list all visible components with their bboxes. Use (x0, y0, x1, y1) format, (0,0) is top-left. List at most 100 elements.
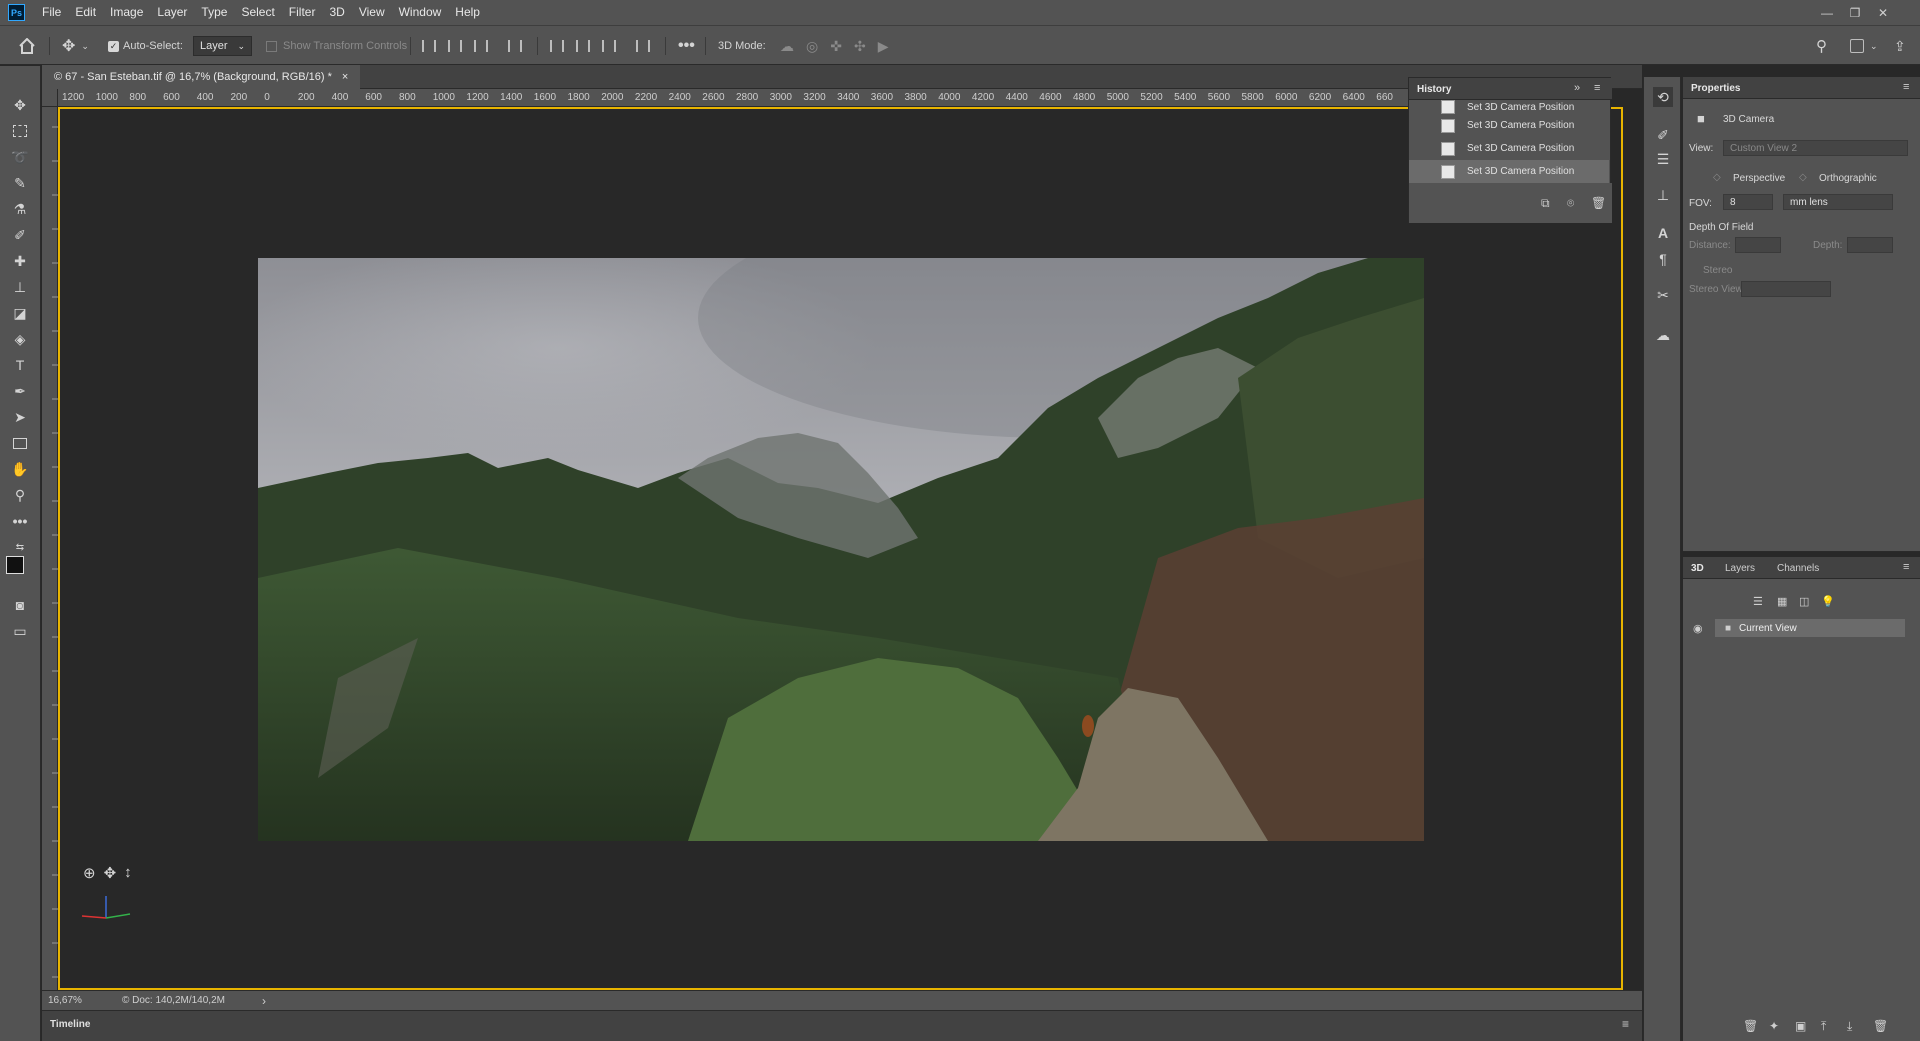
horizontal-ruler[interactable]: 1200 1000 800 600 400 200 0 200 400 600 800 1000 120… (58, 89, 1408, 107)
orbit-icon[interactable]: ☁ (780, 38, 794, 55)
brush-icon[interactable]: ✐ (9, 224, 31, 246)
stamp-icon[interactable]: ⊥ (9, 276, 31, 298)
document-image[interactable] (258, 258, 1424, 841)
filter-scene-icon[interactable]: ☰ (1753, 595, 1763, 608)
perspective-label[interactable]: Perspective (1733, 173, 1785, 184)
status-arrow-icon[interactable]: › (262, 994, 266, 1008)
history-tab[interactable]: History (1417, 84, 1451, 95)
close-icon[interactable]: ✕ (1870, 0, 1896, 25)
auto-select-checkbox[interactable]: ✓ Auto-Select: (108, 26, 183, 66)
pan-icon[interactable]: ✜ (830, 38, 842, 55)
stereo-label[interactable]: Stereo (1703, 265, 1732, 276)
pen-icon[interactable]: ✒ (9, 380, 31, 402)
adjustments-icon[interactable]: ☰ (1653, 149, 1673, 169)
share-icon[interactable]: ⇪ (1894, 26, 1906, 66)
dolly-3d-icon[interactable]: ↕ (124, 864, 132, 886)
history-row[interactable]: Set 3D Camera Position (1409, 100, 1629, 114)
align-right-icon[interactable] (474, 26, 488, 66)
tab-3d[interactable]: 3D (1691, 563, 1704, 574)
snapshot-icon[interactable]: ⌾ (1567, 196, 1574, 211)
marquee-icon[interactable] (9, 120, 31, 142)
rectangle-icon[interactable] (9, 432, 31, 454)
brush-settings-icon[interactable]: ✐ (1653, 125, 1673, 145)
hand-icon[interactable]: ✋ (9, 458, 31, 480)
trash-3d-icon[interactable]: 🗑 (1873, 1019, 1888, 1033)
filter-light-icon[interactable]: 💡 (1821, 595, 1835, 608)
history-row-selected[interactable]: Set 3D Camera Position (1409, 160, 1609, 183)
quick-mask-icon[interactable]: ◙ (9, 594, 31, 616)
foreground-color-swatch[interactable] (6, 556, 24, 574)
collapse-icon[interactable]: » (1574, 82, 1580, 94)
lasso-icon[interactable]: ➰ (9, 146, 31, 168)
layer-row-current-view[interactable]: ■ Current View (1715, 619, 1905, 637)
eraser-icon[interactable]: ◪ (9, 302, 31, 324)
eyedropper-icon[interactable]: ⚗ (9, 198, 31, 220)
fov-unit-select[interactable]: mm lens (1783, 194, 1893, 210)
paragraph-icon[interactable]: ¶ (1653, 249, 1673, 269)
swap-colors-icon[interactable]: ⇆ (9, 536, 31, 558)
import-icon[interactable]: ⤓ (1847, 1019, 1852, 1034)
tab-close-icon[interactable]: × (342, 71, 348, 83)
ruler-origin[interactable] (42, 89, 58, 107)
properties-menu-icon[interactable]: ≡ (1903, 81, 1909, 93)
roll-icon[interactable]: ◎ (806, 38, 818, 55)
panel-menu-icon[interactable]: ≡ (1903, 561, 1909, 573)
tab-layers[interactable]: Layers (1725, 563, 1755, 574)
new-mesh-icon[interactable]: ▣ (1795, 1019, 1806, 1033)
healing-icon[interactable]: ✚ (9, 250, 31, 272)
new-light-icon[interactable]: ✦ (1769, 1019, 1779, 1033)
menu-view[interactable]: View (352, 0, 392, 25)
menu-select[interactable]: Select (234, 0, 281, 25)
align-top-icon[interactable] (550, 26, 564, 66)
filter-mesh-icon[interactable]: ▦ (1777, 595, 1787, 608)
menu-help[interactable]: Help (448, 0, 487, 25)
clone-source-icon[interactable]: ⊥ (1653, 185, 1673, 205)
layer-select[interactable]: Layer ⌄ (193, 26, 253, 66)
path-select-icon[interactable]: ➤ (9, 406, 31, 428)
zoom-level[interactable]: 16,67% (48, 995, 82, 1006)
distance-input[interactable] (1735, 237, 1781, 253)
show-transform-checkbox[interactable]: Show Transform Controls (266, 26, 407, 66)
slide-icon[interactable]: ✣ (854, 38, 866, 55)
more-tools-icon[interactable]: ••• (9, 510, 31, 532)
history-row[interactable]: Set 3D Camera Position (1409, 114, 1629, 137)
home-icon[interactable] (18, 26, 36, 66)
menu-window[interactable]: Window (392, 0, 449, 25)
new-document-from-state-icon[interactable]: ⧉ (1541, 196, 1550, 211)
distribute-icon[interactable] (508, 26, 522, 66)
tools-icon[interactable]: ✂ (1653, 285, 1673, 305)
align-middle-icon[interactable] (576, 26, 590, 66)
bucket-icon[interactable]: ◈ (9, 328, 31, 350)
quick-select-icon[interactable]: ✎ (9, 172, 31, 194)
history-icon[interactable]: ⟲ (1653, 87, 1673, 107)
document-tab[interactable]: © 67 - San Esteban.tif @ 16,7% (Backgrou… (42, 65, 361, 89)
menu-type[interactable]: Type (194, 0, 234, 25)
menu-3d[interactable]: 3D (322, 0, 351, 25)
restore-icon[interactable]: ❐ (1842, 0, 1868, 25)
history-row[interactable]: Set 3D Camera Position (1409, 137, 1629, 160)
vertical-ruler[interactable] (42, 107, 58, 990)
workspace-icon[interactable]: ⌄ (1850, 26, 1878, 66)
tab-channels[interactable]: Channels (1777, 563, 1819, 574)
orthographic-icon[interactable]: ◇ (1799, 172, 1807, 183)
menu-filter[interactable]: Filter (282, 0, 323, 25)
move-tool-icon[interactable]: ✥ ⌄ (62, 26, 89, 66)
align-bottom-icon[interactable] (602, 26, 616, 66)
align-center-icon[interactable] (448, 26, 462, 66)
visibility-eye-icon[interactable]: ◉ (1693, 622, 1703, 635)
menu-edit[interactable]: Edit (68, 0, 103, 25)
filter-material-icon[interactable]: ◫ (1799, 595, 1809, 608)
timeline-tab[interactable]: Timeline (50, 1019, 90, 1030)
depth-input[interactable] (1847, 237, 1893, 253)
search-icon[interactable]: ⚲ (1816, 26, 1827, 66)
delete-icon[interactable]: 🗑 (1743, 1019, 1758, 1033)
screen-mode-icon[interactable]: ▭ (9, 620, 31, 642)
view-select[interactable]: Custom View 2 (1723, 140, 1908, 156)
trash-icon[interactable]: 🗑 (1591, 196, 1606, 210)
minimize-icon[interactable]: — (1814, 0, 1840, 25)
camera-video-icon[interactable]: ▶ (878, 38, 889, 55)
export-icon[interactable]: ⤒ (1821, 1019, 1826, 1034)
timeline-menu-icon[interactable]: ≡ (1622, 1017, 1629, 1031)
libraries-icon[interactable]: ☁ (1653, 325, 1673, 345)
type-icon[interactable]: T (9, 354, 31, 376)
